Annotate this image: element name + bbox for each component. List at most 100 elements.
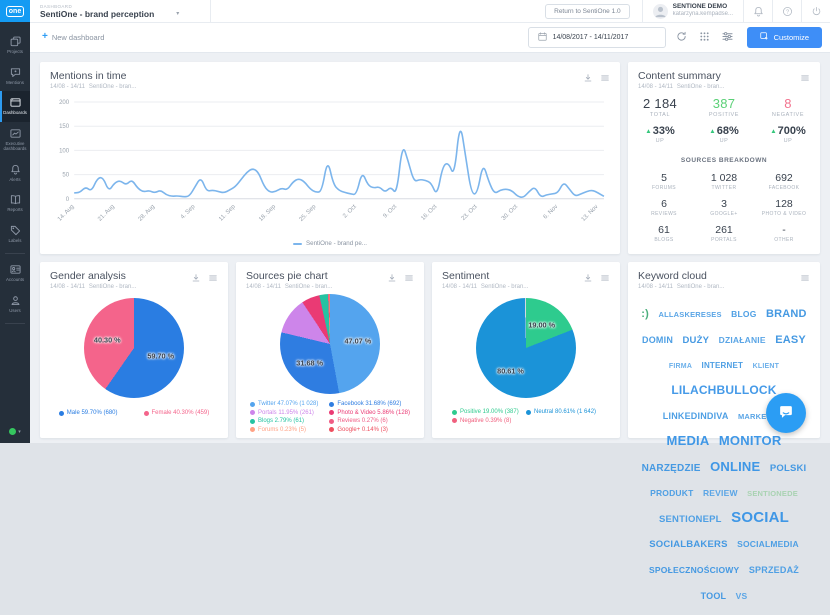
keyword-narz-dzie[interactable]: NARZĘDZIE <box>642 463 701 474</box>
sidebar-item-alerts[interactable]: Alerts <box>0 158 30 189</box>
download-icon[interactable] <box>583 270 593 288</box>
return-to-v1-button[interactable]: Return to SentiOne 1.0 <box>545 4 630 19</box>
keyword-sprzeda-[interactable]: SPRZEDAŻ <box>749 565 799 575</box>
sidebar-item-users[interactable]: Users <box>0 289 30 320</box>
keyword-brand[interactable]: BRAND <box>766 308 807 320</box>
legend-item-positive[interactable]: Positive 19.00% (387) <box>452 409 526 415</box>
legend-item-male[interactable]: Male 59.70% (680) <box>59 410 118 416</box>
sidebar-item-labels[interactable]: Labels <box>0 219 30 250</box>
notifications-button[interactable] <box>743 0 772 22</box>
gender-analysis-pie[interactable] <box>84 298 184 398</box>
chat-button[interactable] <box>766 393 806 433</box>
legend-item-negative[interactable]: Negative 0.39% (8) <box>452 418 526 424</box>
menu-icon[interactable] <box>600 270 610 288</box>
sidebar-item-executive-dashboards[interactable]: Executive dashboards <box>0 122 30 158</box>
keyword-lilachbullock[interactable]: LILACHBULLOCK <box>671 383 776 397</box>
filters-button[interactable] <box>721 30 735 44</box>
accounts-icon <box>10 264 21 275</box>
legend-item-google-[interactable]: Google+ 0.14% (3) <box>329 427 410 433</box>
keyword-domin[interactable]: DOMIN <box>642 335 673 345</box>
keyword-social[interactable]: SOCIAL <box>731 509 789 526</box>
top-bar-right: Return to SentiOne 1.0 SENTIONE DEMO kat… <box>545 0 830 22</box>
help-button[interactable]: ? <box>772 0 801 22</box>
status-indicator[interactable]: ▾ <box>0 428 30 443</box>
keyword-vs[interactable]: VS <box>736 591 748 601</box>
keyword-klient[interactable]: KLIENT <box>753 363 779 370</box>
mentions-line-chart[interactable]: 05010015020014. Aug21. Aug28. Aug4. Sep1… <box>40 92 620 240</box>
keyword-online[interactable]: ONLINE <box>710 459 760 474</box>
keyword-du-y[interactable]: DUŻY <box>682 335 709 346</box>
customize-button[interactable]: Customize <box>747 27 822 48</box>
keyword-media[interactable]: MEDIA <box>667 433 710 448</box>
sidebar-item-projects[interactable]: Projects <box>0 30 30 61</box>
legend-dot-icon <box>250 427 255 432</box>
menu-icon[interactable] <box>600 70 610 88</box>
legend-item-twitter[interactable]: Twitter 47.07% (1 028) <box>250 401 329 407</box>
keyword-socialbakers[interactable]: SOCIALBAKERS <box>649 539 727 550</box>
sidebar-item-reports[interactable]: Reports <box>0 188 30 219</box>
legend-item-forums[interactable]: Forums 0.23% (5) <box>250 427 329 433</box>
keyword-sentionede[interactable]: SENTIONEDE <box>747 489 798 498</box>
menu-icon[interactable] <box>404 270 414 288</box>
legend-dot-icon <box>526 410 531 415</box>
legend-dot-icon <box>329 427 334 432</box>
legend-item-female[interactable]: Female 40.30% (459) <box>144 410 210 416</box>
keyword-tool[interactable]: TOOL <box>701 591 727 601</box>
sidebar-item-dashboards[interactable]: Dashboards <box>0 91 30 122</box>
keyword-easy[interactable]: EASY <box>775 334 806 346</box>
sidebar-item-mentions[interactable]: Mentions <box>0 61 30 92</box>
sidebar-item-accounts[interactable]: Accounts <box>0 258 30 289</box>
breakdown-label: PHOTO & VIDEO <box>754 211 814 217</box>
svg-text:18. Sep: 18. Sep <box>258 204 277 223</box>
legend-item-photo-video[interactable]: Photo & Video 5.86% (128) <box>329 410 410 416</box>
legend-item-reviews[interactable]: Reviews 0.27% (6) <box>329 418 410 424</box>
refresh-button[interactable] <box>675 30 689 44</box>
keyword-spo-eczno-ciowy[interactable]: SPOŁECZNOŚCIOWY <box>649 565 739 575</box>
keyword-linkedindiva[interactable]: LINKEDINDIVA <box>663 411 729 421</box>
keyword-polski[interactable]: POLSKI <box>770 463 807 474</box>
menu-icon[interactable] <box>800 70 810 88</box>
legend-item-portals[interactable]: Portals 11.95% (261) <box>250 410 329 416</box>
panel-title: Sentiment <box>442 270 528 282</box>
panel-title: Sources pie chart <box>246 270 332 282</box>
svg-text:200: 200 <box>59 100 70 106</box>
mentions-chart-legend[interactable]: SentiOne - brand pe... <box>40 240 620 247</box>
panel-title: Content summary <box>638 70 724 82</box>
sentione-logo[interactable]: one <box>0 0 30 22</box>
keyword-dzia-anie[interactable]: DZIAŁANIE <box>719 335 766 345</box>
keyword-internet[interactable]: INTERNET <box>702 361 744 370</box>
sidebar-item-label: Reports <box>7 207 22 213</box>
widgets-button[interactable] <box>698 30 712 44</box>
stat-delta: ▲700% <box>756 125 820 137</box>
keyword--[interactable]: :) <box>641 308 649 320</box>
svg-text:23. Oct: 23. Oct <box>461 204 479 222</box>
panel-subtitle: 14/08 - 14/11SentiOne - bran... <box>50 84 136 90</box>
download-icon[interactable] <box>387 270 397 288</box>
sources-pie-chart-pie[interactable] <box>280 294 380 394</box>
keyword-blog[interactable]: BLOG <box>731 309 756 319</box>
new-dashboard-button[interactable]: + New dashboard <box>42 32 104 42</box>
keyword-produkt[interactable]: PRODUKT <box>650 488 693 498</box>
download-icon[interactable] <box>191 270 201 288</box>
sentiment-pie[interactable] <box>476 298 576 398</box>
legend-dot-icon <box>144 411 149 416</box>
keyword-sentionepl[interactable]: SENTIONEPL <box>659 514 722 525</box>
dashboard-selector[interactable]: Dashboard SentiOne - brand perception ▾ <box>30 0 211 22</box>
menu-icon[interactable] <box>208 270 218 288</box>
menu-icon[interactable] <box>800 270 810 288</box>
keyword-monitor[interactable]: MONITOR <box>719 433 782 448</box>
logout-button[interactable] <box>801 0 830 22</box>
keyword-allaskereses[interactable]: ALLASKERESES <box>658 310 721 319</box>
download-icon[interactable] <box>583 70 593 88</box>
user-menu[interactable]: SENTIONE DEMO katarzyna.kempadse... <box>642 0 743 22</box>
legend-item-facebook[interactable]: Facebook 31.68% (692) <box>329 401 410 407</box>
panel-subtitle: 14/08 - 14/11SentiOne - bran... <box>638 284 724 290</box>
legend-label: Portals 11.95% (261) <box>258 410 314 416</box>
legend-item-blogs[interactable]: Blogs 2.79% (61) <box>250 418 329 424</box>
keyword-review[interactable]: REVIEW <box>703 488 738 498</box>
keyword-firma[interactable]: FIRMA <box>669 363 692 370</box>
date-range-picker[interactable]: 14/08/2017 - 14/11/2017 <box>528 27 666 48</box>
keyword-socialmedia[interactable]: SOCIALMEDIA <box>737 539 799 549</box>
legend-label: Forums 0.23% (5) <box>258 427 306 433</box>
legend-item-neutral[interactable]: Neutral 80.61% (1 642) <box>526 409 600 415</box>
